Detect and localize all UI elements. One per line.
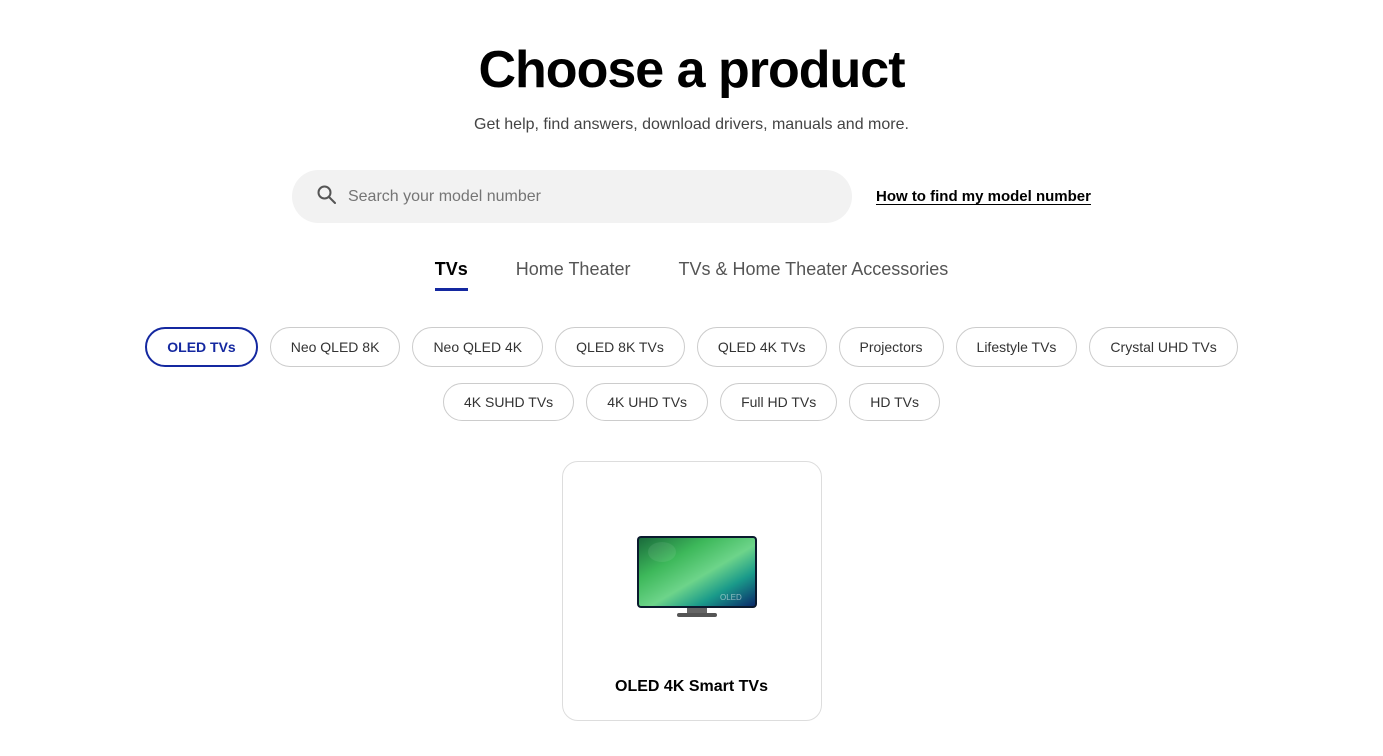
filter-hd-tvs[interactable]: HD TVs: [849, 383, 940, 421]
search-bar: [292, 170, 852, 223]
search-icon: [316, 184, 336, 209]
product-card-oled-4k[interactable]: OLED OLED 4K Smart TVs: [562, 461, 822, 721]
svg-text:OLED: OLED: [720, 593, 742, 602]
filters-section: OLED TVs Neo QLED 8K Neo QLED 4K QLED 8K…: [0, 327, 1383, 421]
search-row: How to find my model number: [0, 170, 1383, 223]
filter-4k-suhd-tvs[interactable]: 4K SUHD TVs: [443, 383, 574, 421]
page-subtitle: Get help, find answers, download drivers…: [474, 116, 909, 134]
model-number-link[interactable]: How to find my model number: [876, 188, 1091, 205]
page-title: Choose a product: [478, 40, 904, 100]
tabs-row: TVs Home Theater TVs & Home Theater Acce…: [435, 259, 949, 291]
product-label-oled-4k: OLED 4K Smart TVs: [615, 678, 768, 696]
filter-row-1: OLED TVs Neo QLED 8K Neo QLED 4K QLED 8K…: [145, 327, 1237, 367]
filter-oled-tvs[interactable]: OLED TVs: [145, 327, 257, 367]
filter-neo-qled-8k[interactable]: Neo QLED 8K: [270, 327, 401, 367]
product-image-area: OLED: [579, 486, 805, 662]
filter-row-2: 4K SUHD TVs 4K UHD TVs Full HD TVs HD TV…: [443, 383, 940, 421]
page-container: Choose a product Get help, find answers,…: [0, 0, 1383, 721]
tab-accessories[interactable]: TVs & Home Theater Accessories: [678, 259, 948, 291]
search-input[interactable]: [348, 188, 828, 206]
filter-crystal-uhd-tvs[interactable]: Crystal UHD TVs: [1089, 327, 1237, 367]
products-grid: OLED OLED 4K Smart TVs: [0, 461, 1383, 721]
filter-qled-8k-tvs[interactable]: QLED 8K TVs: [555, 327, 685, 367]
tab-home-theater[interactable]: Home Theater: [516, 259, 631, 291]
filter-full-hd-tvs[interactable]: Full HD TVs: [720, 383, 837, 421]
filter-qled-4k-tvs[interactable]: QLED 4K TVs: [697, 327, 827, 367]
tab-tvs[interactable]: TVs: [435, 259, 468, 291]
filter-neo-qled-4k[interactable]: Neo QLED 4K: [412, 327, 543, 367]
filter-lifestyle-tvs[interactable]: Lifestyle TVs: [956, 327, 1078, 367]
filter-4k-uhd-tvs[interactable]: 4K UHD TVs: [586, 383, 708, 421]
filter-projectors[interactable]: Projectors: [839, 327, 944, 367]
tv-illustration: OLED: [632, 534, 752, 614]
